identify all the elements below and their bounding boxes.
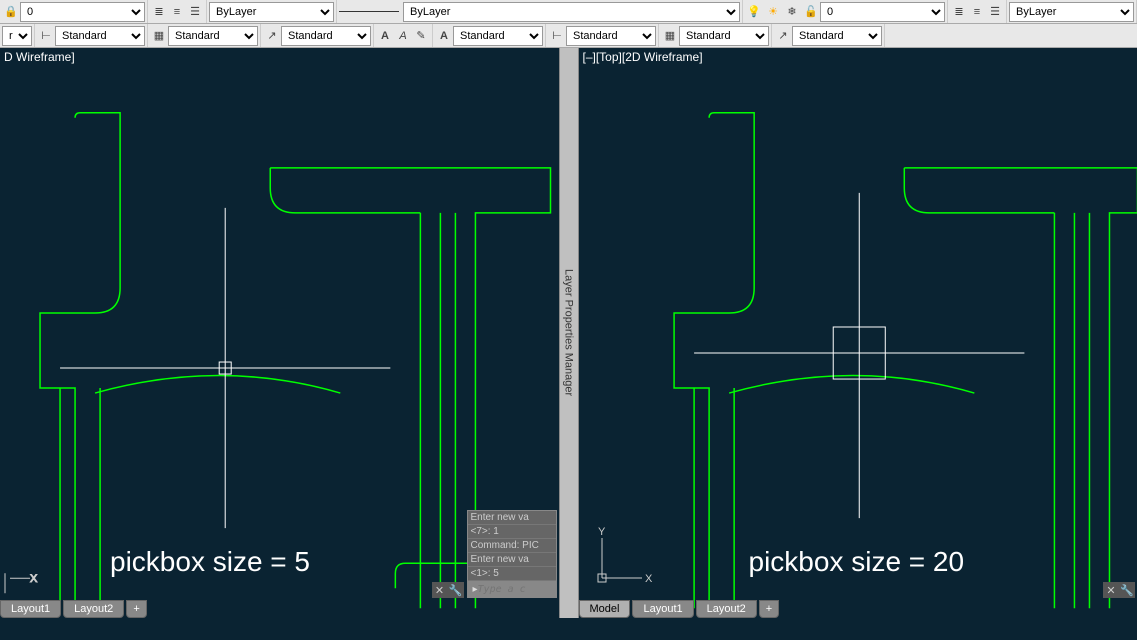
color-group-right: ByLayer: [1007, 0, 1137, 23]
ucs-icon[interactable]: X Y: [587, 523, 657, 593]
dimstyle2-icon[interactable]: ⊢: [548, 27, 566, 45]
mleader-dropdown-2[interactable]: Standard: [792, 26, 882, 46]
ucs-y-label: Y: [598, 526, 606, 538]
dimstyle-dropdown-2[interactable]: Standard: [566, 26, 656, 46]
dimstyle-group-2: ⊢ Standard: [546, 24, 659, 47]
cmd-history-line: Command: PIC: [468, 539, 556, 553]
palette-title: Layer Properties Manager: [563, 269, 575, 396]
color-dropdown-left[interactable]: ByLayer: [209, 2, 334, 22]
tab-model[interactable]: Model: [579, 600, 631, 618]
command-input[interactable]: [478, 584, 559, 595]
mleader-icon[interactable]: ↗: [263, 27, 281, 45]
layer-tools-right: ≣ ≡ ☰: [948, 0, 1007, 23]
viewport-area: D Wireframe]: [0, 48, 1137, 618]
viewport-right[interactable]: [–][Top][2D Wireframe]: [579, 48, 1137, 618]
tab-layout2[interactable]: Layout2: [696, 600, 757, 618]
tab-add[interactable]: +: [759, 600, 779, 618]
color-group-left: ByLayer: [207, 0, 337, 23]
layer-prev2-icon[interactable]: ≣: [950, 3, 968, 21]
viewport-left[interactable]: D Wireframe]: [0, 48, 559, 618]
mleader-group-2: ↗ Standard: [772, 24, 885, 47]
style-dropdown-trunc[interactable]: rd: [2, 26, 32, 46]
cmd-history-line: <1>: 5: [468, 567, 556, 581]
mleader-dropdown-1[interactable]: Standard: [281, 26, 371, 46]
mtext2-icon[interactable]: A: [435, 27, 453, 45]
linetype-preview-icon: [339, 11, 399, 13]
tablestyle-dropdown-1[interactable]: Standard: [168, 26, 258, 46]
color-dropdown-right[interactable]: ByLayer: [1009, 2, 1134, 22]
linetype-group-left: ByLayer: [337, 0, 743, 23]
layer-state-icons-right: 💡 ☀ ❄ 🔓 0: [743, 0, 948, 23]
cmd-history-line: Enter new va: [468, 511, 556, 525]
cad-drawing-right: [579, 48, 1137, 618]
cmd-history-line: <7>: 1: [468, 525, 556, 539]
cmd-wrench-icon[interactable]: 🔧: [1119, 582, 1135, 598]
layer-match-icon[interactable]: ≡: [168, 3, 186, 21]
sun-icon[interactable]: ☀: [764, 3, 782, 21]
tablestyle2-icon[interactable]: ▦: [661, 27, 679, 45]
textstyle-trunc-left: rd: [0, 24, 35, 47]
text-tools-2a: A Standard: [433, 24, 546, 47]
tab-layout1[interactable]: Layout1: [0, 600, 61, 618]
layer-dropdown-left[interactable]: 0: [20, 2, 145, 22]
viewport-label-left[interactable]: D Wireframe]: [4, 50, 75, 64]
tablestyle-icon[interactable]: ▦: [150, 27, 168, 45]
linetype-dropdown-left[interactable]: ByLayer: [403, 2, 740, 22]
lock2-icon[interactable]: 🔓: [802, 3, 820, 21]
palette-divider[interactable]: Layer Properties Manager: [559, 48, 579, 618]
dimstyle-group-1: ⊢ Standard: [35, 24, 148, 47]
cmd-collapse-bar-right: ✕ 🔧: [1103, 582, 1135, 598]
layer-group-left: 🔒 0: [0, 0, 148, 23]
layer-states-icon[interactable]: ☰: [186, 3, 204, 21]
brush-icon[interactable]: ✎: [412, 27, 430, 45]
command-window-left[interactable]: Enter new va <7>: 1 Command: PIC Enter n…: [467, 510, 557, 598]
tabs-left: Layout1 Layout2 +: [0, 596, 149, 618]
bulb-icon[interactable]: 💡: [745, 3, 763, 21]
mleader2-icon[interactable]: ↗: [774, 27, 792, 45]
text-italic-icon[interactable]: A: [394, 27, 412, 45]
dimstyle-dropdown-1[interactable]: Standard: [55, 26, 145, 46]
cmd-close-icon[interactable]: ✕: [1103, 582, 1119, 598]
tabs-right: Model Layout1 Layout2 +: [579, 596, 782, 618]
cmd-close-icon[interactable]: ✕: [432, 582, 448, 598]
freeze-icon[interactable]: ❄: [783, 3, 801, 21]
tablestyle-group-2: ▦ Standard: [659, 24, 772, 47]
layer-tools-left: ≣ ≡ ☰: [148, 0, 207, 23]
layer-states2-icon[interactable]: ☰: [986, 3, 1004, 21]
svg-text:X: X: [30, 573, 38, 585]
layer-dropdown-right[interactable]: 0: [820, 2, 945, 22]
toolbar-row-2: rd ⊢ Standard ▦ Standard ↗ Standard A A …: [0, 24, 1137, 48]
mtext-icon[interactable]: A: [376, 27, 394, 45]
tab-add[interactable]: +: [126, 600, 146, 618]
lock-icon[interactable]: 🔒: [2, 3, 20, 21]
tab-layout2[interactable]: Layout2: [63, 600, 124, 618]
dimstyle-icon[interactable]: ⊢: [37, 27, 55, 45]
textstyle-dropdown-2[interactable]: Standard: [453, 26, 543, 46]
layer-prev-icon[interactable]: ≣: [150, 3, 168, 21]
cmd-wrench-icon[interactable]: 🔧: [448, 582, 464, 598]
text-tools-1: A A ✎: [374, 24, 433, 47]
cmd-history-line: Enter new va: [468, 553, 556, 567]
cmd-collapse-bar-left: ✕ 🔧: [432, 582, 464, 598]
mleader-group-1: ↗ Standard: [261, 24, 374, 47]
viewport-label-right[interactable]: [–][Top][2D Wireframe]: [583, 50, 703, 64]
tab-layout1[interactable]: Layout1: [632, 600, 693, 618]
tablestyle-dropdown-2[interactable]: Standard: [679, 26, 769, 46]
tablestyle-group-1: ▦ Standard: [148, 24, 261, 47]
ucs-x-label: X: [645, 573, 653, 585]
layer-match2-icon[interactable]: ≡: [968, 3, 986, 21]
toolbar-row-1: 🔒 0 ≣ ≡ ☰ ByLayer ByLayer 💡 ☀ ❄ 🔓 0 ≣ ≡: [0, 0, 1137, 24]
